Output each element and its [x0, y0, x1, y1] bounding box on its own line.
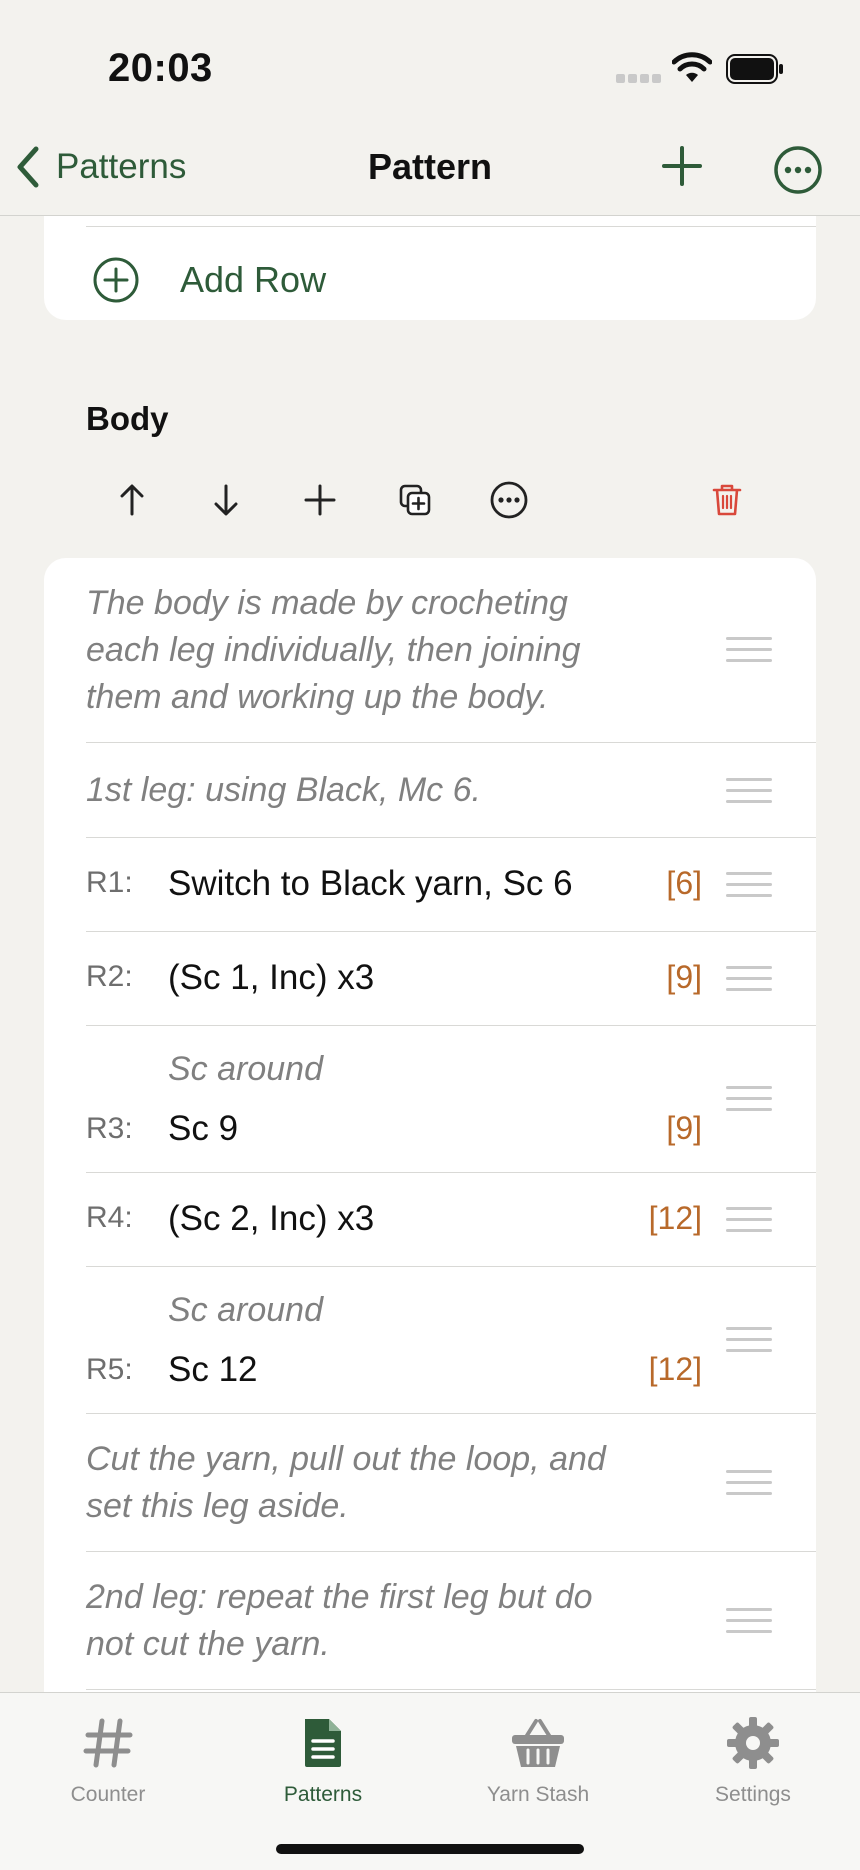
drag-handle-icon[interactable]: [726, 637, 772, 663]
add-row-button[interactable]: Add Row: [92, 254, 326, 306]
row-instruction: Switch to Black yarn, Sc 6: [168, 864, 573, 903]
drag-handle-icon[interactable]: [726, 1086, 772, 1112]
stitch-count: [12]: [648, 1351, 702, 1387]
table-row[interactable]: R1: Switch to Black yarn, Sc 6 [6]: [44, 838, 816, 932]
table-row[interactable]: Sc around R5: Sc 12 [12]: [44, 1267, 816, 1414]
row-divider: [86, 226, 816, 227]
gear-icon: [727, 1717, 779, 1769]
row-note: Sc around: [168, 1291, 323, 1329]
drag-handle-icon[interactable]: [726, 872, 772, 898]
navigation-bar: Patterns Pattern: [0, 120, 860, 216]
arrow-down-icon: [214, 484, 238, 516]
row-instruction: (Sc 1, Inc) x3: [168, 958, 375, 997]
tab-label: Patterns: [283, 1783, 363, 1806]
list-item-note[interactable]: 2nd leg: repeat the first leg but do not…: [44, 1552, 816, 1690]
move-down-button[interactable]: [204, 478, 248, 522]
stitch-count: [9]: [666, 959, 702, 995]
tab-label: Counter: [70, 1783, 146, 1806]
table-row[interactable]: Sc around R3: Sc 9 [9]: [44, 1026, 816, 1173]
tab-settings[interactable]: Settings: [663, 1705, 843, 1825]
trash-icon: [712, 484, 742, 516]
section-more-button[interactable]: [487, 478, 531, 522]
add-section-row-button[interactable]: [298, 478, 342, 522]
drag-handle-icon[interactable]: [726, 966, 772, 992]
more-options-button[interactable]: [772, 144, 824, 196]
note-text: Cut the yarn, pull out the loop, and set…: [86, 1440, 606, 1525]
status-time: 20:03: [108, 46, 213, 90]
note-text: The body is made by crocheting each leg …: [86, 584, 581, 716]
battery-icon: [726, 54, 783, 84]
add-button[interactable]: [658, 142, 706, 190]
section-rows-card: The body is made by crocheting each leg …: [44, 558, 816, 1692]
arrow-up-icon: [120, 484, 144, 516]
duplicate-button[interactable]: [393, 478, 437, 522]
document-icon: [305, 1719, 341, 1767]
duplicate-icon: [399, 484, 431, 516]
table-row[interactable]: R4: (Sc 2, Inc) x3 [12]: [44, 1173, 816, 1267]
row-note: Sc around: [168, 1050, 323, 1088]
tab-label: Settings: [715, 1783, 791, 1806]
row-instruction: Sc 12: [168, 1350, 258, 1389]
section-toolbar: [0, 470, 860, 530]
hash-icon: [83, 1718, 133, 1768]
move-up-button[interactable]: [110, 478, 154, 522]
add-row-label: Add Row: [180, 259, 327, 300]
delete-section-button[interactable]: [705, 478, 749, 522]
drag-handle-icon[interactable]: [726, 1207, 772, 1233]
tab-yarn-stash[interactable]: Yarn Stash: [448, 1705, 628, 1825]
row-number: R1:: [86, 866, 133, 899]
tab-counter[interactable]: Counter: [18, 1705, 198, 1825]
ellipsis-circle-icon: [490, 481, 528, 519]
row-number: R3:: [86, 1112, 133, 1145]
drag-handle-icon[interactable]: [726, 1470, 772, 1496]
stitch-count: [12]: [648, 1200, 702, 1236]
wifi-icon: [672, 52, 712, 82]
basket-icon: [512, 1719, 564, 1767]
note-text: 1st leg: using Black, Mc 6.: [86, 771, 481, 809]
list-item-note[interactable]: The body is made by crocheting each leg …: [44, 558, 816, 743]
drag-handle-icon[interactable]: [726, 1327, 772, 1353]
row-divider: [86, 1689, 816, 1690]
stitch-count: [6]: [666, 865, 702, 901]
list-item-note[interactable]: 1st leg: using Black, Mc 6.: [44, 743, 816, 838]
home-indicator: [276, 1844, 584, 1854]
plus-circle-icon: [93, 257, 139, 303]
row-instruction: Sc 9: [168, 1109, 239, 1148]
row-number: R5:: [86, 1353, 133, 1386]
page-title: Pattern: [367, 146, 493, 187]
drag-handle-icon[interactable]: [726, 1608, 772, 1634]
tab-label: Yarn Stash: [486, 1783, 590, 1806]
plus-icon: [304, 484, 336, 516]
cellular-signal-icon: [616, 74, 662, 84]
drag-handle-icon[interactable]: [726, 778, 772, 804]
status-bar: 20:03: [0, 0, 860, 120]
table-row[interactable]: R2: (Sc 1, Inc) x3 [9]: [44, 932, 816, 1026]
list-item-note[interactable]: Cut the yarn, pull out the loop, and set…: [44, 1414, 816, 1552]
row-instruction: (Sc 2, Inc) x3: [168, 1199, 375, 1238]
section-title: Body: [86, 400, 169, 437]
row-number: R2:: [86, 960, 133, 993]
tab-patterns[interactable]: Patterns: [233, 1705, 413, 1825]
note-text: 2nd leg: repeat the first leg but do not…: [86, 1578, 593, 1663]
previous-section-card: Add Row: [44, 216, 816, 320]
stitch-count: [9]: [666, 1110, 702, 1146]
row-number: R4:: [86, 1201, 133, 1234]
